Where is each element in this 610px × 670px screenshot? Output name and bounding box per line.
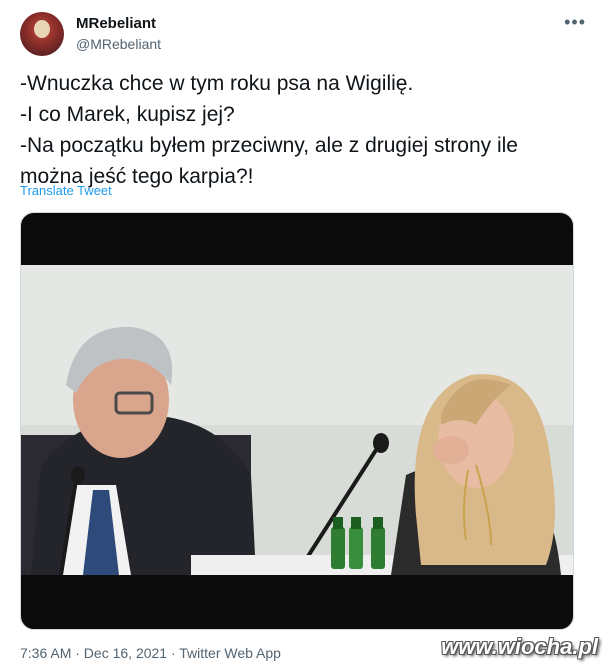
tweet-media-video[interactable] xyxy=(20,212,574,630)
watermark: www.wiocha.pl xyxy=(441,634,598,659)
tweet-text: -Wnuczka chce w tym roku psa na Wigilię.… xyxy=(20,68,590,192)
video-frame xyxy=(21,265,573,575)
tweet-line: -Wnuczka chce w tym roku psa na Wigilię. xyxy=(20,72,414,95)
tweet-line: -Na początku byłem przeciwny, ale z drug… xyxy=(20,134,518,157)
tweet-timestamp[interactable]: 7:36 AM · Dec 16, 2021 · Twitter Web App xyxy=(20,645,281,661)
author-names: MRebeliant @MRebeliant xyxy=(76,14,161,54)
translate-tweet-link[interactable]: Translate Tweet xyxy=(20,183,112,198)
tweet-line: -I co Marek, kupisz jej? xyxy=(20,103,235,126)
tweet-card: MRebeliant @MRebeliant ••• -Wnuczka chce… xyxy=(0,0,610,670)
author-handle[interactable]: @MRebeliant xyxy=(76,34,161,54)
author-display-name[interactable]: MRebeliant xyxy=(76,14,161,34)
video-frame-illustration xyxy=(21,265,573,575)
avatar[interactable] xyxy=(20,12,64,56)
more-options-icon[interactable]: ••• xyxy=(564,12,586,33)
tweet-header: MRebeliant @MRebeliant xyxy=(20,12,161,56)
